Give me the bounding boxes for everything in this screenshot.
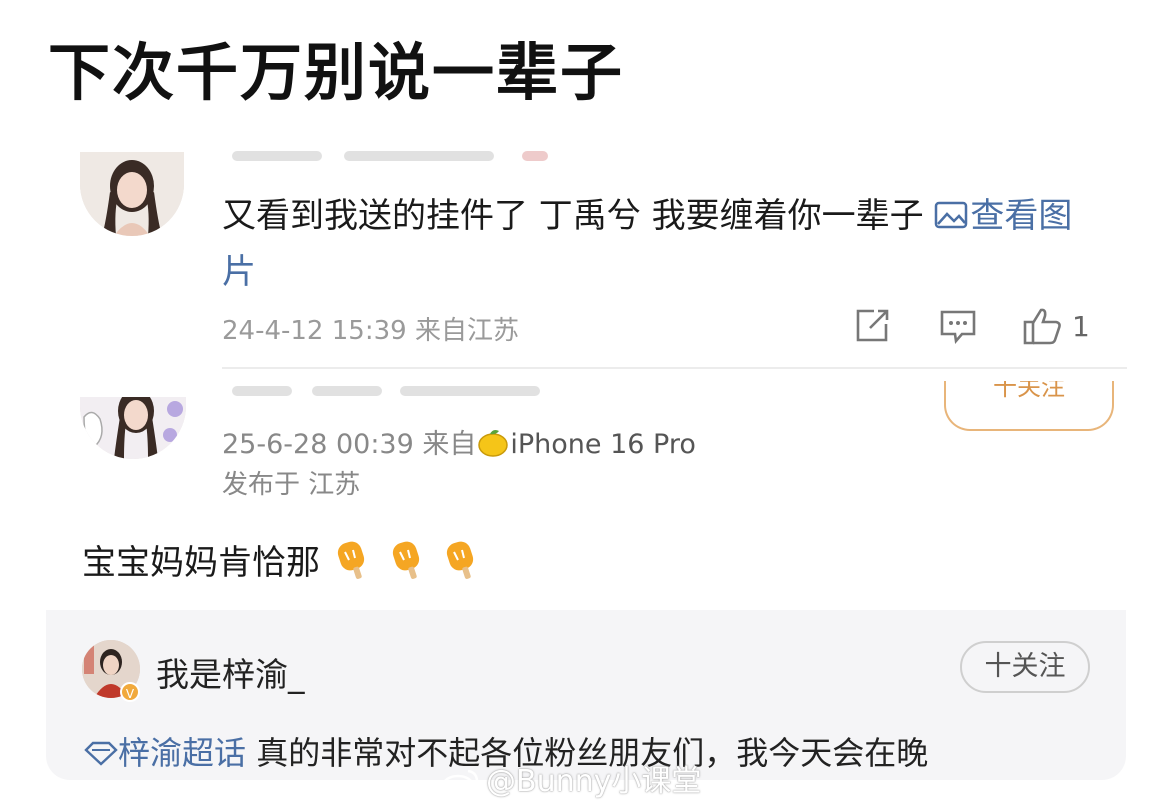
- verified-badge-icon: V: [120, 682, 140, 702]
- comment-timestamp: 25-6-28 00:39: [222, 429, 414, 460]
- comment-meta: 25-6-28 00:39 来自 iPhone 16 Pro: [222, 422, 696, 461]
- commenter-name-blurred: [232, 382, 562, 398]
- popsicle-emoji-icon: [337, 541, 364, 579]
- watermark-text: @Bunny小课堂: [486, 764, 702, 799]
- follow-label: 十关注: [993, 381, 1065, 401]
- comment-timestamp: 24-4-12 15:39: [222, 316, 407, 346]
- device-name: iPhone 16 Pro: [510, 429, 696, 460]
- comment-body: 又看到我送的挂件了 丁禹兮 我要缠着你一辈子: [222, 196, 935, 236]
- super-topic-link[interactable]: 梓渝超话: [84, 734, 246, 772]
- lemon-icon: [478, 430, 509, 457]
- popsicle-emoji-icon: [392, 541, 419, 579]
- image-icon: [935, 201, 968, 229]
- divider: [222, 367, 1127, 369]
- from-label: 来自: [422, 429, 477, 460]
- watermark: @Bunny小课堂: [440, 756, 701, 800]
- post-location: 发布于 江苏: [222, 470, 361, 500]
- diamond-icon: [84, 741, 118, 766]
- popsicle-emoji-icon: [447, 541, 474, 579]
- weibo-logo-icon: [441, 769, 479, 797]
- like-icon[interactable]: [1022, 306, 1064, 346]
- share-icon[interactable]: [852, 306, 892, 346]
- follow-button[interactable]: 十关注: [944, 381, 1114, 431]
- commenter-avatar[interactable]: [80, 152, 184, 236]
- commenter-name-blurred: [232, 148, 562, 164]
- author-name[interactable]: 我是梓渝_: [156, 648, 305, 696]
- super-topic-label: 梓渝超话: [118, 734, 247, 772]
- comment-text: 宝宝妈妈肯恰那: [82, 535, 484, 584]
- follow-button[interactable]: 十关注: [960, 641, 1090, 693]
- commenter-avatar[interactable]: [80, 397, 186, 459]
- like-count: 1: [1072, 310, 1090, 343]
- comment-icon[interactable]: [938, 306, 978, 346]
- comment-meta: 24-4-12 15:39 来自江苏: [222, 310, 519, 347]
- comment-text: 又看到我送的挂件了 丁禹兮 我要缠着你一辈子 查看图片: [222, 188, 1092, 300]
- emoji-row: [331, 541, 485, 583]
- comment-source: 来自江苏: [414, 316, 519, 346]
- comment-body: 宝宝妈妈肯恰那: [82, 543, 320, 583]
- page-title: 下次千万别说一辈子: [48, 36, 625, 109]
